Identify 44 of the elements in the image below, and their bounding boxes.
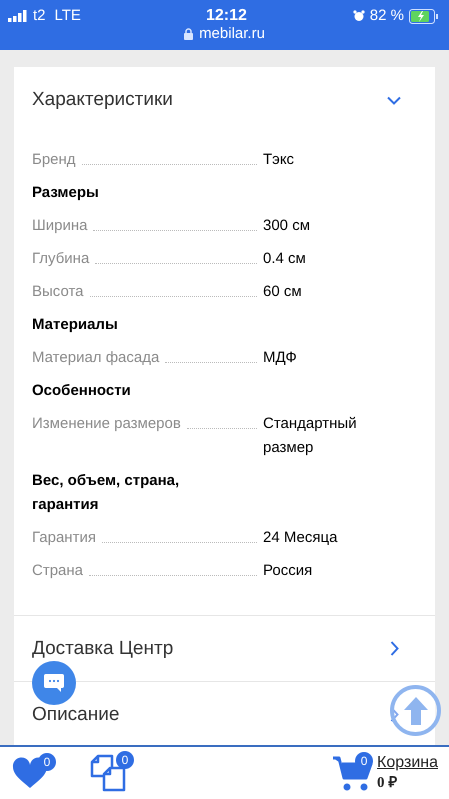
spec-group-title: Размеры [32,183,100,203]
section-title[interactable]: Доставка Центр [32,639,174,658]
count-badge: 0 [38,753,56,771]
spec-label: Высота [32,282,84,302]
page-url[interactable]: mebilar.ru [199,23,265,46]
spec-group-title: Вес, объем, страна, гарантия [32,471,180,515]
section-title[interactable]: Характеристики [32,86,173,114]
section-title[interactable]: Описание [32,705,120,724]
battery-percent: 82 % [370,6,404,26]
spec-value: МДФ [263,348,298,368]
spec-value: 300 см [263,216,312,236]
network-type: LTE [54,6,81,26]
spec-value: Тэкс [263,150,296,170]
documents-icon [90,754,128,792]
cart-total: 0 ₽ [377,774,398,793]
spec-label: Бренд [32,150,76,170]
chevron-down-icon[interactable] [387,96,401,104]
spec-label: Материал фасада [32,348,160,368]
chat-icon [43,673,65,693]
chevron-right-icon[interactable] [390,707,399,722]
spec-value: 60 см [263,282,303,302]
signal-icon [8,10,28,22]
spec-label: Гарантия [32,528,96,548]
cart-icon [333,754,374,792]
spec-value: 0.4 см [263,249,307,269]
spec-value: 24 Месяца [263,528,338,548]
spec-label: Глубина [32,249,90,269]
chevron-right-icon[interactable] [390,641,399,656]
count-badge: 0 [116,751,134,769]
clock-time: 12:12 [206,6,247,26]
scroll-top-button[interactable] [390,685,441,736]
spec-value: Россия [263,561,314,581]
spec-label: Страна [32,561,84,581]
spec-label: Изменение размеров [32,414,181,434]
arrow-up-icon [402,696,428,726]
cart-button[interactable]: 0 [333,752,376,794]
cart-link[interactable]: Корзина [377,753,438,773]
spec-value: Стандартный размер [263,414,358,458]
spec-group-title: Материалы [32,315,119,335]
spec-label: Ширина [32,216,88,236]
carrier-name: t2 [33,6,46,26]
lock-icon [184,28,194,40]
spec-group-title: Особенности [32,381,132,401]
compare-button[interactable]: 0 [90,751,132,795]
